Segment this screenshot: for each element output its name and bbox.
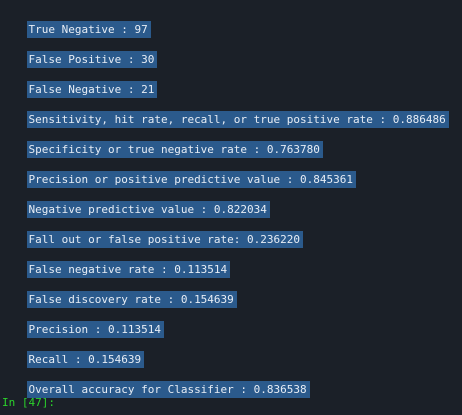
output-line-fall-out: Fall out or false positive rate: 0.23622… [0,214,304,248]
output-line-overall-accuracy: Overall accuracy for Classifier : 0.8365… [0,364,310,398]
output-line-recall: Recall : 0.154639 [0,334,145,368]
output-line-precision: Precision : 0.113514 [0,304,164,338]
output-line-sensitivity: Sensitivity, hit rate, recall, or true p… [0,94,449,128]
output-line-true-negative: True Negative : 97 [0,4,151,38]
output-line-false-discovery-rate: False discovery rate : 0.154639 [0,274,237,308]
output-line-false-negative-rate: False negative rate : 0.113514 [0,244,231,278]
output-line-false-negative: False Negative : 21 [0,64,158,98]
output-line-precision-ppv: Precision or positive predictive value :… [0,154,357,188]
console-output: True Negative : 97 False Positive : 30 F… [0,0,462,411]
output-line-text[interactable]: Overall accuracy for Classifier : 0.8365… [26,381,310,398]
input-prompt[interactable]: In [47]: [2,395,55,411]
output-line-npv: Negative predictive value : 0.822034 [0,184,270,218]
output-line-false-positive: False Positive : 30 [0,34,158,68]
output-line-specificity: Specificity or true negative rate : 0.76… [0,124,323,158]
